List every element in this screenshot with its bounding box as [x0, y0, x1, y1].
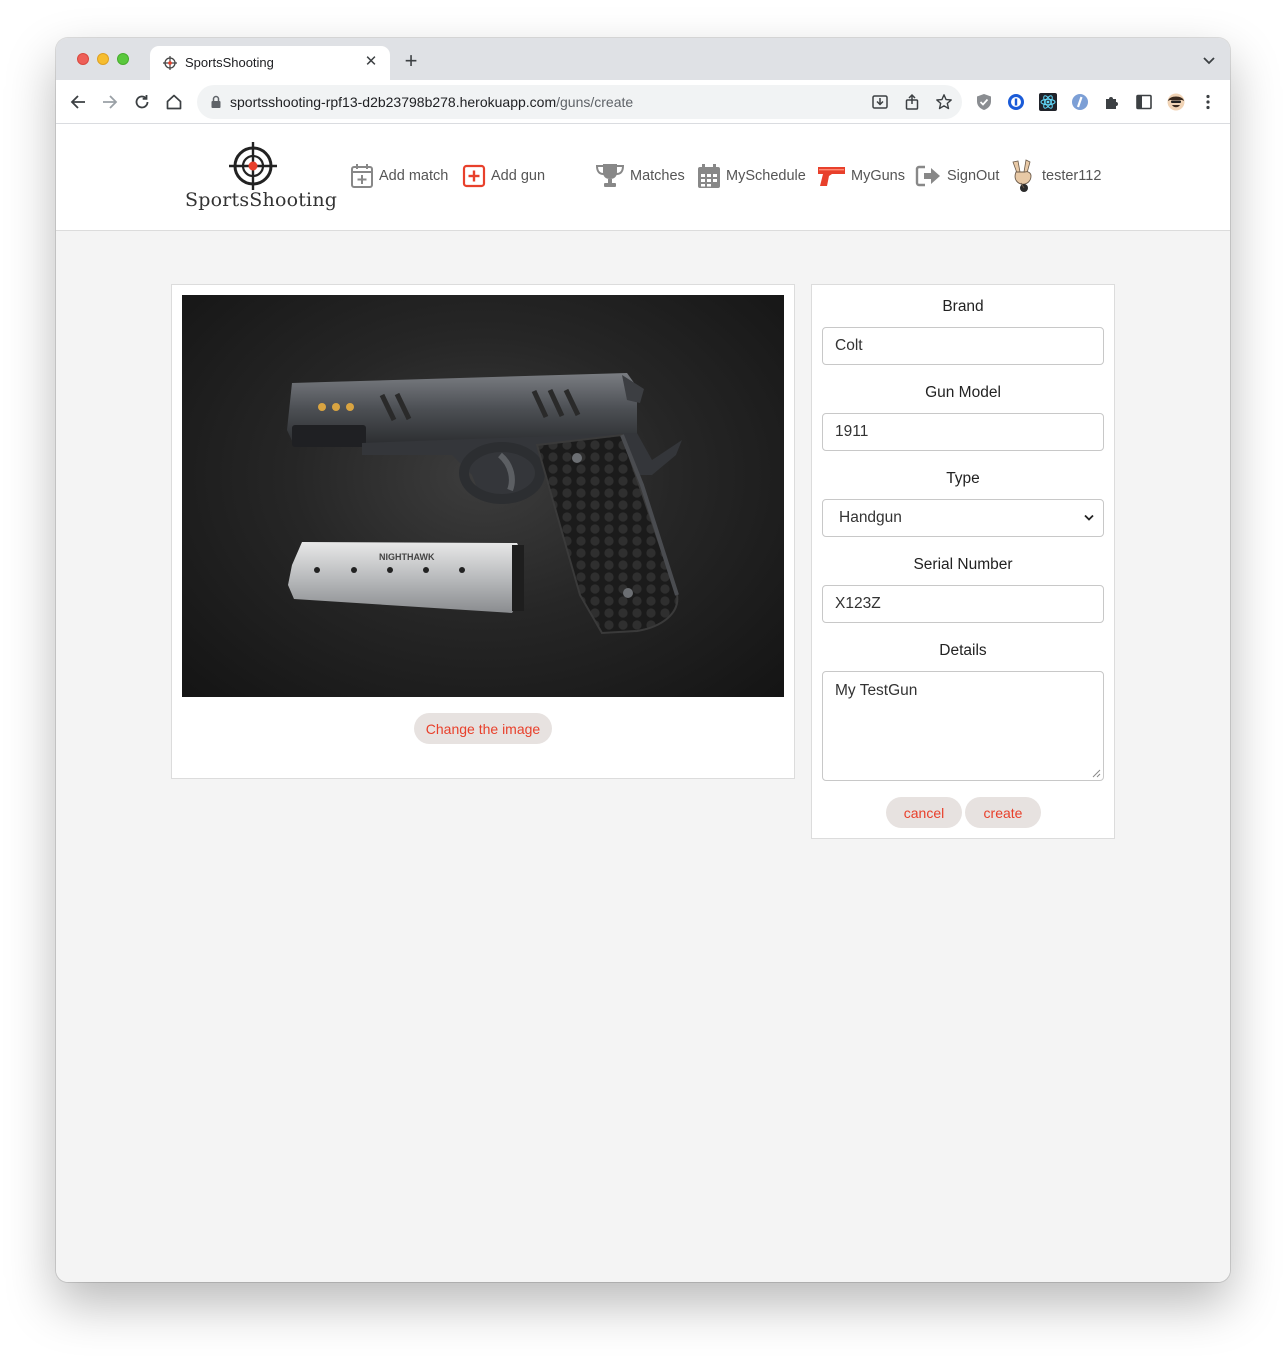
lock-icon: [211, 95, 221, 108]
change-image-button[interactable]: Change the image: [414, 713, 552, 744]
info-extension-icon[interactable]: [1070, 92, 1090, 112]
nav-add-match[interactable]: Add match: [350, 162, 448, 190]
nav-sign-out-label: SignOut: [947, 168, 1000, 184]
shield-extension-icon[interactable]: [974, 92, 994, 112]
react-devtools-extension-icon[interactable]: [1038, 92, 1058, 112]
browser-tab[interactable]: SportsShooting ✕: [150, 46, 390, 80]
side-panel-icon[interactable]: [1134, 92, 1154, 112]
page-content: SportsShooting Add match Add gun Matches…: [56, 124, 1230, 1282]
reload-icon[interactable]: [132, 92, 152, 112]
url-domain: sportsshooting-rpf13-d2b23798b278.heroku…: [230, 94, 557, 110]
new-tab-icon[interactable]: +: [399, 49, 423, 73]
trophy-icon: [595, 164, 625, 187]
type-select-value: Handgun: [839, 509, 902, 526]
forward-arrow-icon[interactable]: [100, 92, 120, 112]
crosshair-logo-icon: [229, 142, 277, 190]
brand-label: Brand: [942, 298, 984, 315]
tab-search-chevron-icon[interactable]: [1200, 51, 1218, 69]
window-maximize-button[interactable]: [117, 53, 129, 65]
sign-out-icon: [915, 165, 940, 187]
nav-matches-label: Matches: [630, 168, 685, 184]
home-icon[interactable]: [164, 92, 184, 112]
window-minimize-button[interactable]: [97, 53, 109, 65]
install-app-icon[interactable]: [871, 93, 889, 111]
details-textarea[interactable]: My TestGun: [822, 671, 1104, 781]
calendar-grid-icon: [698, 164, 720, 188]
type-label: Type: [946, 470, 980, 487]
site-logo[interactable]: SportsShooting: [185, 142, 338, 218]
nav-add-gun-label: Add gun: [491, 168, 546, 184]
logo-text: SportsShooting: [185, 189, 338, 211]
crosshair-favicon-icon: [163, 56, 177, 70]
nav-add-match-label: Add match: [379, 168, 449, 184]
pistol-photo-illustration: NIGHTHAWK: [287, 373, 682, 635]
resize-grip-icon[interactable]: [1092, 769, 1101, 778]
square-plus-icon: [462, 164, 486, 188]
gun-photo: NIGHTHAWK: [182, 295, 784, 697]
gun-form-panel: Brand Colt Gun Model 1911 Type Handgun S…: [811, 284, 1115, 839]
magazine-engraving: NIGHTHAWK: [379, 552, 435, 562]
tab-title: SportsShooting: [185, 55, 274, 70]
nav-my-guns-label: MyGuns: [851, 168, 905, 184]
serial-number-label: Serial Number: [913, 556, 1013, 573]
bookmark-star-icon[interactable]: [935, 93, 953, 111]
create-button[interactable]: create: [965, 797, 1041, 828]
nav-my-schedule-label: MySchedule: [726, 168, 806, 184]
profile-avatar-icon[interactable]: [1166, 92, 1186, 112]
nav-add-gun[interactable]: Add gun: [462, 162, 545, 190]
details-label: Details: [939, 642, 987, 659]
password-manager-extension-icon[interactable]: [1006, 92, 1026, 112]
cancel-button[interactable]: cancel: [886, 797, 962, 828]
gun-image-panel: NIGHTHAWK Change the image: [171, 284, 795, 779]
chevron-down-icon: [1084, 514, 1094, 521]
calendar-plus-icon: [351, 164, 373, 188]
gun-model-label: Gun Model: [925, 384, 1001, 401]
nav-matches[interactable]: Matches: [595, 162, 685, 190]
browser-toolbar: sportsshooting-rpf13-d2b23798b278.heroku…: [56, 80, 1230, 124]
pistol-icon: [818, 167, 845, 186]
address-bar[interactable]: sportsshooting-rpf13-d2b23798b278.heroku…: [197, 85, 962, 119]
serial-number-input[interactable]: X123Z: [822, 585, 1104, 623]
window-close-button[interactable]: [77, 53, 89, 65]
nav-my-guns[interactable]: MyGuns: [816, 162, 905, 190]
tab-strip: SportsShooting ✕ +: [56, 38, 1230, 80]
nav-sign-out[interactable]: SignOut: [915, 162, 999, 190]
nav-user-profile[interactable]: tester112: [1009, 159, 1102, 192]
nav-username: tester112: [1042, 168, 1102, 184]
nav-my-schedule[interactable]: MySchedule: [697, 162, 806, 190]
details-text: My TestGun: [835, 682, 918, 699]
site-header: SportsShooting Add match Add gun Matches…: [56, 124, 1230, 231]
type-select[interactable]: Handgun: [822, 499, 1104, 537]
gun-model-input[interactable]: 1911: [822, 413, 1104, 451]
tab-close-icon[interactable]: ✕: [362, 53, 380, 71]
more-menu-icon[interactable]: [1198, 92, 1218, 112]
url-text: sportsshooting-rpf13-d2b23798b278.heroku…: [230, 94, 633, 110]
browser-window: SportsShooting ✕ + sportsshooting-rpf13-…: [56, 38, 1230, 1282]
url-path: /guns/create: [556, 94, 634, 110]
brand-input[interactable]: Colt: [822, 327, 1104, 365]
puzzle-extensions-icon[interactable]: [1102, 92, 1122, 112]
back-arrow-icon[interactable]: [68, 92, 88, 112]
rock-hand-user-avatar-icon: [1012, 159, 1032, 192]
share-icon[interactable]: [903, 93, 921, 111]
